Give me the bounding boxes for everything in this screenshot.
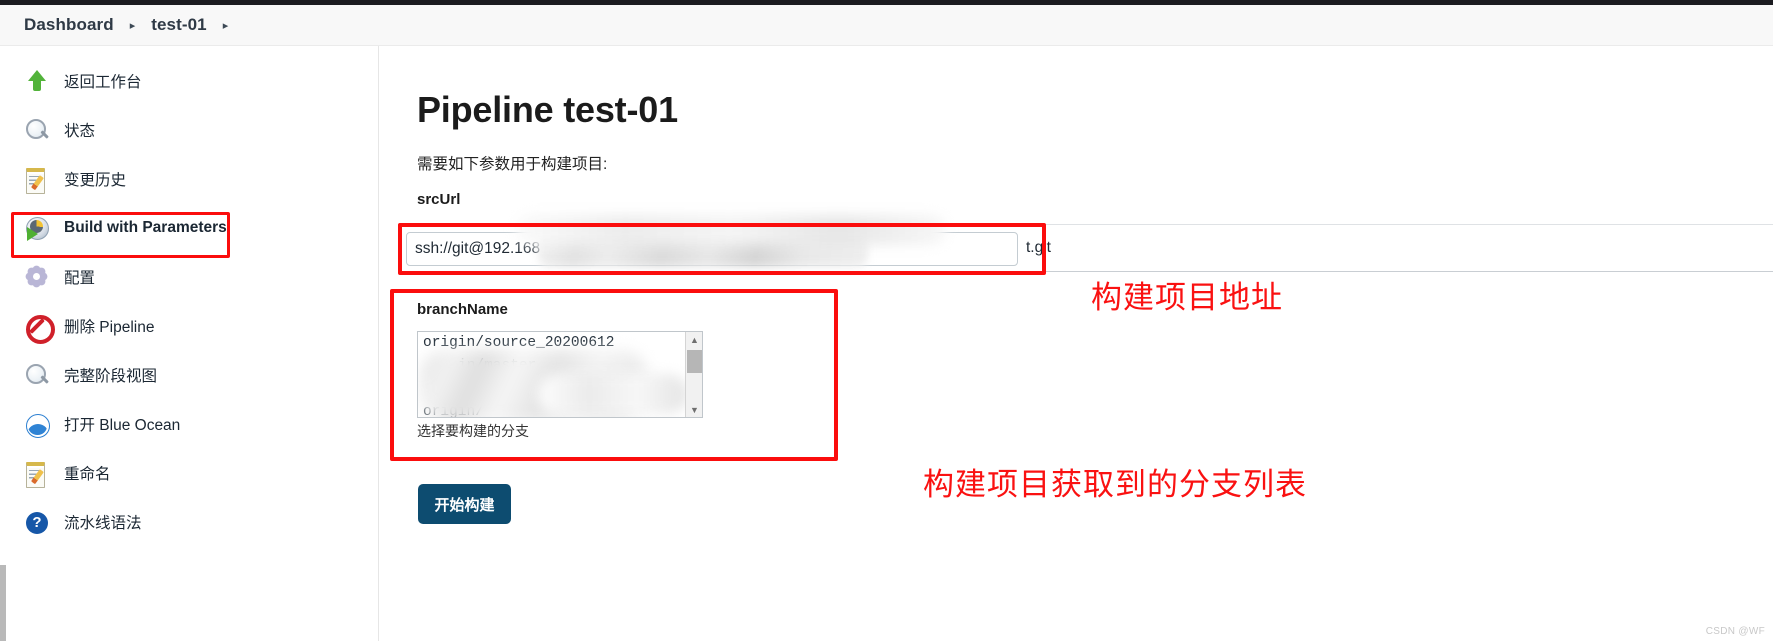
- sidebar-item-label: 完整阶段视图: [64, 368, 158, 385]
- breadcrumb: Dashboard ▸ test-01 ▸: [0, 5, 1773, 46]
- list-item[interactable]: ne: [418, 378, 702, 401]
- sidebar-item-label: 重命名: [64, 466, 111, 483]
- magnifier-icon: [24, 362, 50, 388]
- sidebar-item-full-stage-view[interactable]: 完整阶段视图: [0, 358, 378, 392]
- start-build-button[interactable]: 开始构建: [418, 484, 511, 524]
- chevron-right-icon: ▸: [129, 19, 136, 32]
- sidebar-item-change-history[interactable]: 变更历史: [0, 162, 378, 196]
- sidebar-item-open-blue-ocean[interactable]: 打开 Blue Ocean: [0, 407, 378, 441]
- sidebar-item-build-with-parameters[interactable]: Build with Parameters: [0, 211, 378, 245]
- branchname-hint: 选择要构建的分支: [417, 423, 529, 439]
- sidebar-item-label: 打开 Blue Ocean: [64, 417, 181, 434]
- watermark: CSDN @WF: [1705, 626, 1765, 637]
- page-subtitle: 需要如下参数用于构建项目:: [417, 156, 608, 173]
- sidebar-item-label: 返回工作台: [64, 74, 142, 91]
- sidebar-scrollbar[interactable]: [0, 565, 6, 641]
- sidebar-item-pipeline-syntax[interactable]: 流水线语法: [0, 505, 378, 539]
- srcurl-value-suffix: t.git: [1026, 239, 1051, 256]
- srcurl-input[interactable]: [406, 232, 1018, 266]
- magnifier-icon: [24, 117, 50, 143]
- branchname-scrollbar[interactable]: ▲ ▼: [685, 332, 702, 417]
- build-with-parameters-icon: [24, 215, 50, 241]
- branchname-listbox[interactable]: origin/source_20200612 in/master ne orig…: [417, 331, 703, 418]
- sidebar-item-delete-pipeline[interactable]: 删除 Pipeline: [0, 309, 378, 344]
- sidebar-item-status[interactable]: 状态: [0, 113, 378, 147]
- param-label-srcurl: srcUrl: [417, 191, 461, 208]
- sidebar-item-rename[interactable]: 重命名: [0, 456, 378, 490]
- up-arrow-icon: [24, 68, 50, 94]
- help-icon: [24, 509, 50, 535]
- screenshot-root: Dashboard ▸ test-01 ▸ 返回工作台 状态 变更历史 Buil…: [0, 0, 1773, 641]
- sidebar-item-configure[interactable]: 配置: [0, 260, 378, 294]
- chevron-right-icon-2[interactable]: ▸: [223, 20, 229, 32]
- page-title: Pipeline test-01: [417, 89, 678, 130]
- sidebar-item-label: 删除 Pipeline: [64, 319, 155, 336]
- scroll-down-arrow-icon[interactable]: ▼: [686, 402, 702, 417]
- list-item[interactable]: origin/: [418, 401, 702, 417]
- sidebar-item-back-to-dashboard[interactable]: 返回工作台: [0, 64, 378, 98]
- main-content: Pipeline test-01 需要如下参数用于构建项目: srcUrl t.…: [380, 46, 1773, 641]
- gear-icon: [24, 264, 50, 290]
- notepad-pencil-icon: [24, 460, 50, 488]
- sidebar-item-label: 流水线语法: [64, 515, 142, 532]
- sidebar-item-label: 配置: [64, 270, 96, 287]
- list-item[interactable]: origin/source_20200612: [418, 332, 702, 355]
- notepad-pencil-icon: [24, 166, 50, 194]
- forbidden-icon: [24, 313, 55, 344]
- scrollbar-thumb[interactable]: [687, 350, 702, 373]
- breadcrumb-item-test-01[interactable]: test-01: [151, 15, 207, 35]
- param-row-srcurl: t.git: [398, 215, 1773, 272]
- sidebar: 返回工作台 状态 变更历史 Build with Parameters 配置 删…: [0, 46, 379, 641]
- scroll-up-arrow-icon[interactable]: ▲: [686, 332, 702, 347]
- sidebar-item-label: 变更历史: [64, 172, 127, 189]
- annotation-srcurl: 构建项目地址: [1091, 280, 1283, 315]
- param-label-branchname: branchName: [417, 301, 508, 318]
- annotation-branchname: 构建项目获取到的分支列表: [923, 467, 1307, 502]
- blue-ocean-icon: [24, 411, 50, 438]
- sidebar-item-label: Build with Parameters: [64, 219, 227, 236]
- list-item[interactable]: in/master: [418, 355, 702, 378]
- sidebar-item-label: 状态: [64, 123, 96, 140]
- breadcrumb-item-dashboard[interactable]: Dashboard: [24, 15, 114, 35]
